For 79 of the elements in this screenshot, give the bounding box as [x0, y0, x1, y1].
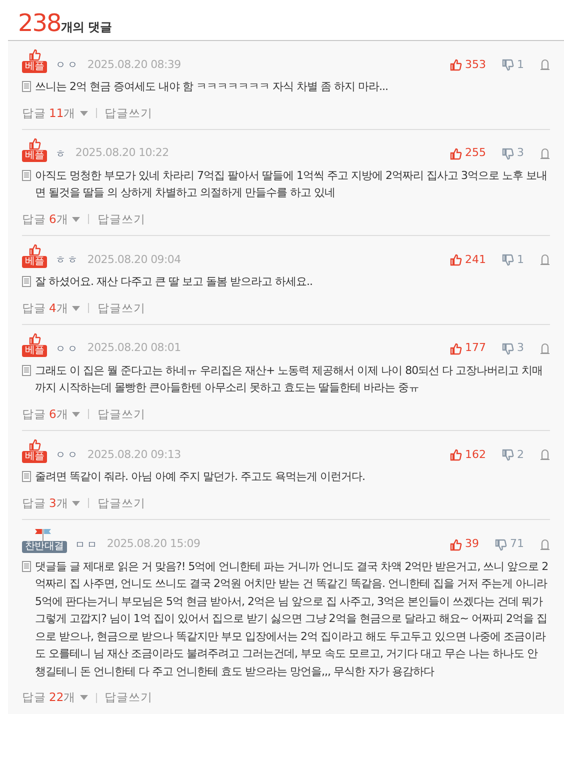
- thumbs-down-icon: [502, 254, 514, 266]
- thumbs-up-icon: [28, 138, 41, 150]
- username: ㅁㅁ: [74, 538, 99, 553]
- badge-label: 베플: [22, 451, 48, 463]
- memo-icon: [22, 170, 31, 181]
- caret-icon: [72, 500, 80, 506]
- memo-icon: [22, 364, 31, 376]
- thumbs-up-icon: [450, 342, 462, 354]
- badge-label: 베플: [22, 256, 48, 268]
- comment-text: 그래도 이 집은 뭘 준다고는 하네ㅠ 우리집은 재산+ 노동력 제공해서 이제 나이 80되선 다 고장나버리고 치매까지 시작하는데 몰빵한 큰아들한텐 아무소리 못하고 효도는 딸들한테 바라는 중ㅠ: [35, 362, 544, 396]
- thumbs-up-icon: [28, 49, 41, 61]
- thumbs-up-icon: [450, 448, 462, 461]
- badge-label: 베플: [22, 150, 48, 162]
- comment-date: 2025.08.20 09:04: [87, 252, 181, 268]
- username: ㅇㅇ: [55, 59, 80, 73]
- caret-icon: [80, 695, 88, 700]
- memo-icon: [22, 276, 31, 287]
- comment-date: 2025.08.20 08:39: [87, 56, 181, 72]
- write-reply-link[interactable]: 답글쓰기: [104, 689, 153, 706]
- memo-icon: [22, 471, 31, 482]
- thumbs-down-icon: [495, 538, 507, 550]
- replies-toggle[interactable]: 답글 11개: [22, 104, 88, 122]
- thumbs-up-icon: [450, 254, 462, 266]
- username: ㅇㅇ: [55, 342, 80, 357]
- caret-icon: [72, 412, 80, 417]
- dislike-button[interactable]: 3: [502, 340, 524, 357]
- thumbs-up-icon: [450, 538, 462, 550]
- thumbs-up-icon: [450, 58, 462, 71]
- write-reply-link[interactable]: 답글쓰기: [97, 300, 146, 317]
- dislike-button[interactable]: 3: [502, 145, 524, 162]
- comment-count-label: 개의 댓글: [60, 19, 112, 36]
- thumbs-down-icon: [502, 58, 514, 71]
- memo-icon: [22, 81, 31, 92]
- write-reply-link[interactable]: 답글쓰기: [104, 104, 153, 122]
- like-button[interactable]: 255: [450, 145, 486, 162]
- thumbs-down-icon: [502, 448, 514, 461]
- like-button[interactable]: 177: [450, 340, 486, 357]
- comment-text: 댓글들 글 제대로 읽은 거 맞음?! 5억에 언니한테 파는 거니까 언니도 결국 차액 2억만 받은거고, 쓰니 앞으로 2억짜리 집 사주면, 언니도 쓰니도 결국 2억원 어치만 받는 건 똑같긴 똑같음. 언니한테 집을 거저 주는게 아니라 5억에 판다는거니 부모님은 5억 현금 받아서, 2억은 님 앞으로 집 사주고, 3억은 본인들이 쓰겠다는 건데 뭐가 그렇게 고깝지? 님이 1억 집이 있어서 집으로 받기 싫으면 그냥 2억을 현금으로 달라고 해요~ 어짜피 2억을 집으로 받으나, 현금으로 받으나 똑같지만 부모 입장에서는 2억 집이라고 해도 두고두고 있으면 나중에 조금이라도 오를테니 님 재산 조금이라도 불려주려고 그러는건데, 부모 속도 모르고, 거기다 대고 무슨 나는 하나도 안 챙길테니 돈 언니한테 다 주고 언니한테 효도 받으라는 망언을,,, 무식한 자가 용감하다: [35, 558, 550, 680]
- comment-text: 쓰니는 2억 현금 증여세도 내야 함 ㅋㅋㅋㅋㅋㅋㅋ 자식 차별 좀 하지 마라...: [35, 79, 388, 95]
- dislike-button[interactable]: 1: [502, 56, 524, 73]
- thumbs-up-icon: [450, 148, 462, 160]
- thumbs-down-icon: [502, 342, 514, 354]
- caret-icon: [80, 110, 88, 116]
- comment-date: 2025.08.20 08:01: [87, 340, 181, 356]
- username: ㅇㅇ: [55, 449, 80, 463]
- comment-text: 잘 하셨어요. 재산 다주고 큰 딸 보고 돌봄 받으라고 하세요..: [35, 274, 312, 290]
- replies-toggle[interactable]: 답글 6개: [22, 406, 80, 423]
- thumbs-up-icon: [28, 244, 41, 256]
- badge-label: 베플: [22, 61, 48, 73]
- like-button[interactable]: 353: [450, 56, 486, 73]
- write-reply-link[interactable]: 답글쓰기: [97, 494, 146, 512]
- dislike-button[interactable]: 71: [495, 536, 524, 553]
- comment-text: 아직도 멍청한 부모가 있네 차라리 7억집 팔아서 딸들에 1억씩 주고 지방에 2억짜리 집사고 3억으로 노후 보내면 될것을 딸들 의 상하게 차별하고 의절하게 만들수를 하고 있네: [35, 168, 548, 202]
- comment-date: 2025.08.20 09:13: [87, 446, 181, 462]
- write-reply-link[interactable]: 답글쓰기: [97, 210, 146, 228]
- write-reply-link[interactable]: 답글쓰기: [97, 406, 146, 423]
- dislike-button[interactable]: 2: [502, 446, 524, 463]
- caret-icon: [72, 306, 80, 311]
- memo-icon: [22, 560, 31, 572]
- replies-toggle[interactable]: 답글 3개: [22, 494, 80, 512]
- like-button[interactable]: 241: [450, 252, 486, 268]
- replies-toggle[interactable]: 답글 22개: [22, 689, 88, 706]
- replies-toggle[interactable]: 답글 6개: [22, 210, 80, 228]
- badge-label: 베플: [22, 344, 48, 357]
- thumbs-up-icon: [28, 439, 41, 451]
- comment-date: 2025.08.20 10:22: [75, 145, 169, 162]
- like-button[interactable]: 162: [450, 446, 486, 463]
- thumbs-down-icon: [502, 148, 514, 160]
- badge-label: 찬반대결: [22, 540, 67, 553]
- comment-date: 2025.08.20 15:09: [106, 536, 200, 552]
- username: ㅎㅎ: [55, 254, 80, 268]
- thumbs-up-icon: [28, 332, 41, 345]
- comment-count: 238: [18, 8, 61, 39]
- dislike-button[interactable]: 1: [502, 252, 524, 268]
- caret-icon: [72, 216, 80, 222]
- username: ㅎ: [55, 148, 68, 162]
- comment-text: 줄려면 똑같이 줘라. 아님 아예 주지 말던가. 주고도 욕먹는게 이런거다.: [35, 469, 365, 485]
- replies-toggle[interactable]: 답글 4개: [22, 300, 80, 317]
- like-button[interactable]: 39: [450, 536, 479, 553]
